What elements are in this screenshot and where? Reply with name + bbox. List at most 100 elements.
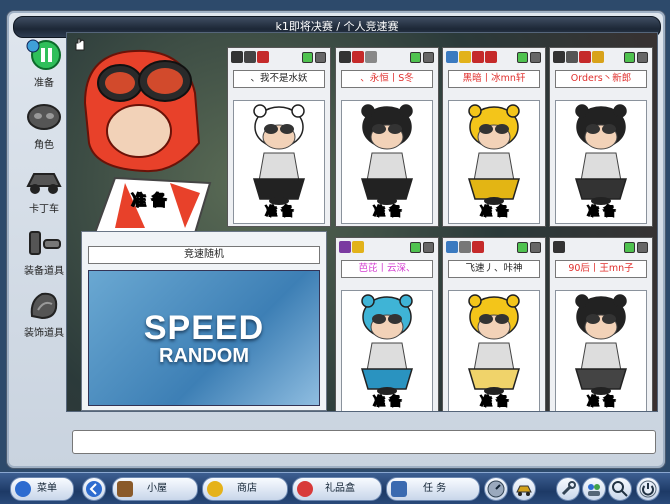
slot-close-icon[interactable] xyxy=(530,52,541,63)
slot-header xyxy=(336,238,438,258)
player-slot[interactable]: Orders丶新郎准 备 xyxy=(549,47,653,227)
task-button-label: 任 务 xyxy=(423,483,447,494)
badge-icon xyxy=(459,51,471,63)
track-name: 竞速随机 xyxy=(88,246,320,264)
slot-close-icon[interactable] xyxy=(423,242,434,253)
slot-header xyxy=(443,48,545,68)
player-avatar: 准 备 xyxy=(341,290,433,411)
shop-button[interactable]: 商店 xyxy=(202,477,288,501)
slot-open-icon[interactable] xyxy=(410,242,421,253)
slot-close-icon[interactable] xyxy=(637,242,648,253)
track-panel[interactable]: 竞速随机 SPEED RANDOM xyxy=(81,231,327,411)
chat-input[interactable] xyxy=(72,430,656,454)
slot-close-icon[interactable] xyxy=(423,52,434,63)
sidebar-item-label: 装备道具 xyxy=(24,266,64,277)
settings-button[interactable] xyxy=(556,477,580,501)
menu-button-label: 菜单 xyxy=(37,483,57,494)
sidebar-item-equipment[interactable]: 装备道具 xyxy=(16,226,72,284)
player-slot[interactable]: 90后丨王mn子准 备 xyxy=(549,237,653,411)
power-icon xyxy=(639,480,657,498)
badge-icon xyxy=(257,51,269,63)
back-button[interactable] xyxy=(82,477,106,501)
player-badges xyxy=(446,241,485,255)
track-image: SPEED RANDOM xyxy=(88,270,320,406)
back-arrow-icon xyxy=(86,481,102,497)
home-button[interactable]: 小屋 xyxy=(112,477,198,501)
player-badges xyxy=(339,51,378,65)
player-status: 准 备 xyxy=(586,204,616,219)
taskbar: 菜单 小屋 商店 礼品盒 任 务 xyxy=(0,472,670,504)
community-button[interactable] xyxy=(582,477,606,501)
badge-icon xyxy=(459,241,471,253)
home-button-label: 小屋 xyxy=(147,483,167,494)
sidebar-item-label: 装饰道具 xyxy=(24,328,64,339)
sidebar-item-ready[interactable]: 准备 xyxy=(16,38,72,96)
slot-close-icon[interactable] xyxy=(315,52,326,63)
sidebar-item-character[interactable]: 角色 xyxy=(16,100,72,158)
slot-open-icon[interactable] xyxy=(517,242,528,253)
slot-open-icon[interactable] xyxy=(624,52,635,63)
sidebar-item-decoration[interactable]: 装饰道具 xyxy=(16,288,72,346)
home-icon xyxy=(117,481,133,497)
badge-icon xyxy=(365,51,377,63)
player-name: 芭芘丨云深、 xyxy=(341,260,433,278)
speedometer-icon xyxy=(487,480,505,498)
player-status: 准 备 xyxy=(372,204,402,219)
player-name: 、永恒丨S冬 xyxy=(341,70,433,88)
player-badges xyxy=(339,241,365,255)
player-avatar: 准 备 xyxy=(555,290,647,411)
player-slot[interactable]: 、永恒丨S冬准 备 xyxy=(335,47,439,227)
player-status: 准 备 xyxy=(479,204,509,219)
power-button[interactable] xyxy=(636,477,660,501)
search-icon xyxy=(612,481,628,497)
slot-close-icon[interactable] xyxy=(530,242,541,253)
menu-icon xyxy=(15,481,31,497)
player-badges xyxy=(553,241,566,255)
people-icon xyxy=(588,484,600,496)
slot-open-icon[interactable] xyxy=(302,52,313,63)
character-icon xyxy=(27,104,61,130)
badge-icon xyxy=(553,241,565,253)
player-avatar: 准 备 xyxy=(555,100,647,224)
kart-shortcut-button[interactable] xyxy=(512,477,536,501)
track-image-title: SPEED xyxy=(143,309,265,347)
slot-header xyxy=(550,48,652,68)
slot-open-icon[interactable] xyxy=(624,242,635,253)
menu-button[interactable]: 菜单 xyxy=(10,477,74,501)
player-slot[interactable]: 飞速丿、咔神准 备 xyxy=(442,237,546,411)
badge-icon xyxy=(339,51,351,63)
slot-close-icon[interactable] xyxy=(637,52,648,63)
player-name: Orders丶新郎 xyxy=(555,70,647,88)
player-status: 准 备 xyxy=(586,394,616,409)
speed-button[interactable] xyxy=(484,477,508,501)
player-name: 90后丨王mn子 xyxy=(555,260,647,278)
player-avatar: 准 备 xyxy=(448,100,540,224)
task-button[interactable]: 任 务 xyxy=(386,477,480,501)
gift-box-button[interactable]: 礼品盒 xyxy=(292,477,382,501)
sidebar-item-label: 卡丁车 xyxy=(29,204,59,215)
badge-icon xyxy=(553,51,565,63)
room-panel: 准 备 竞速随机 SPEED RANDOM 、我不是水妖准 备、永恒丨S冬准 备… xyxy=(66,32,658,412)
player-slot[interactable]: 黑暗丨冰mn轩准 备 xyxy=(442,47,546,227)
slot-open-icon[interactable] xyxy=(410,52,421,63)
player-avatar: 准 备 xyxy=(448,290,540,411)
badge-icon xyxy=(339,241,351,253)
player-name: 、我不是水妖 xyxy=(233,70,325,88)
sidebar-item-kart[interactable]: 卡丁车 xyxy=(16,164,72,222)
badge-icon xyxy=(446,241,458,253)
gift-icon xyxy=(297,481,313,497)
ready-icon xyxy=(26,39,61,70)
player-status: 准 备 xyxy=(479,394,509,409)
shop-button-label: 商店 xyxy=(237,483,257,494)
slot-open-icon[interactable] xyxy=(517,52,528,63)
player-avatar: 准 备 xyxy=(341,100,433,224)
slot-header xyxy=(443,238,545,258)
player-slot[interactable]: 、我不是水妖准 备 xyxy=(227,47,331,227)
player-slot[interactable]: 芭芘丨云深、准 备 xyxy=(335,237,439,411)
badge-icon xyxy=(566,51,578,63)
player-avatar: 准 备 xyxy=(233,100,325,224)
slot-header xyxy=(336,48,438,68)
badge-icon xyxy=(352,51,364,63)
search-button[interactable] xyxy=(608,477,632,501)
tools-icon xyxy=(561,481,576,496)
